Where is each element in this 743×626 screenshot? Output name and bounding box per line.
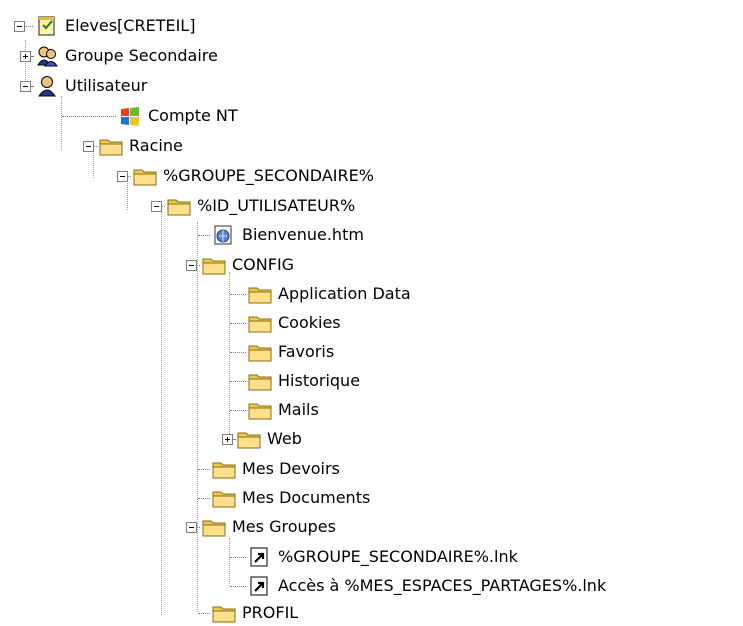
tree-node-racine[interactable]: Racine [83, 133, 183, 159]
tree-guide [161, 210, 162, 615]
node-label: Compte NT [148, 106, 238, 125]
tree-node-groupe-secondaire-lnk[interactable]: %GROUPE_SECONDAIRE%.lnk [230, 544, 518, 570]
node-label: Cookies [278, 313, 341, 332]
folder-icon [248, 374, 272, 391]
expand-toggle[interactable] [222, 433, 233, 445]
shortcut-icon [250, 547, 268, 567]
note-icon [38, 16, 55, 36]
tree-node-utilisateur[interactable]: Utilisateur [20, 73, 147, 99]
tree-node-bienvenue-htm[interactable]: Bienvenue.htm [198, 222, 364, 248]
folder-icon [237, 432, 261, 449]
collapse-toggle[interactable] [14, 20, 25, 32]
folder-icon [202, 258, 226, 275]
tree-node-favoris[interactable]: Favoris [230, 339, 334, 365]
tree-view: Eleves[CRETEIL] Groupe Secondaire Utilis… [0, 0, 743, 626]
folder-icon [212, 462, 236, 479]
folder-icon [212, 606, 236, 623]
tree-node-historique[interactable]: Historique [230, 368, 360, 394]
tree-node-web[interactable]: Web [222, 426, 302, 452]
html-file-icon [214, 225, 232, 245]
node-label: Mails [278, 400, 319, 419]
folder-icon [248, 287, 272, 304]
collapse-toggle[interactable] [186, 521, 197, 533]
node-label: Eleves[CRETEIL] [65, 16, 196, 35]
node-label: Racine [129, 136, 183, 155]
tree-node-profil[interactable]: PROFIL [198, 600, 298, 626]
node-label: %GROUPE_SECONDAIRE%.lnk [278, 547, 518, 566]
node-label: Utilisateur [65, 76, 148, 95]
node-label: PROFIL [242, 603, 299, 622]
node-label: CONFIG [232, 255, 295, 274]
node-label: Historique [278, 371, 361, 390]
folder-icon [133, 169, 157, 186]
tree-node-id-utilisateur[interactable]: %ID_UTILISATEUR% [151, 193, 355, 219]
tree-node-mes-documents[interactable]: Mes Documents [198, 485, 370, 511]
folder-icon [202, 520, 226, 537]
tree-node-application-data[interactable]: Application Data [230, 281, 411, 307]
node-label: %ID_UTILISATEUR% [197, 196, 356, 215]
tree-node-compte-nt[interactable]: Compte NT [62, 103, 238, 129]
folder-icon [167, 199, 191, 216]
collapse-toggle[interactable] [151, 200, 162, 212]
collapse-toggle[interactable] [117, 170, 128, 182]
node-label: Mes Documents [242, 488, 371, 507]
node-label: Favoris [278, 342, 335, 361]
folder-icon [212, 491, 236, 508]
node-label: Mes Devoirs [242, 459, 340, 478]
tree-node-mes-devoirs[interactable]: Mes Devoirs [198, 456, 340, 482]
collapse-toggle[interactable] [83, 140, 94, 152]
tree-guide [197, 222, 198, 612]
node-label: Bienvenue.htm [242, 225, 364, 244]
expand-toggle[interactable] [20, 50, 31, 62]
node-label: Web [267, 429, 302, 448]
node-label: %GROUPE_SECONDAIRE% [163, 166, 374, 185]
tree-node-groupe-secondaire[interactable]: Groupe Secondaire [20, 43, 218, 69]
collapse-toggle[interactable] [20, 80, 31, 92]
tree-node-groupe-secondaire-var[interactable]: %GROUPE_SECONDAIRE% [117, 163, 374, 189]
tree-node-mails[interactable]: Mails [230, 397, 319, 423]
node-label: Application Data [278, 284, 411, 303]
node-label: Accès à %MES_ESPACES_PARTAGES%.lnk [278, 576, 607, 595]
node-label: Mes Groupes [232, 517, 336, 536]
tree-node-acces-espaces-lnk[interactable]: Accès à %MES_ESPACES_PARTAGES%.lnk [230, 573, 606, 599]
folder-icon [99, 139, 123, 156]
tree-node-mes-groupes[interactable]: Mes Groupes [186, 514, 336, 540]
group-icon [37, 46, 58, 67]
user-icon [38, 76, 56, 97]
tree-node-eleves[interactable]: Eleves[CRETEIL] [14, 13, 195, 39]
shortcut-icon [250, 576, 268, 596]
collapse-toggle[interactable] [186, 259, 197, 271]
folder-icon [248, 403, 272, 420]
folder-icon [248, 345, 272, 362]
folder-icon [248, 316, 272, 333]
node-label: Groupe Secondaire [65, 46, 218, 65]
windows-icon [121, 107, 139, 126]
tree-node-config[interactable]: CONFIG [186, 252, 294, 278]
tree-node-cookies[interactable]: Cookies [230, 310, 341, 336]
